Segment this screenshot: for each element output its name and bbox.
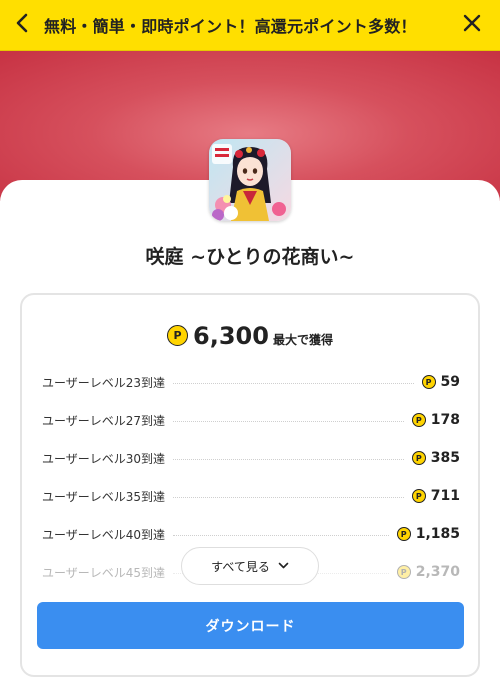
reward-row: ユーザーレベル23到達 P 59 bbox=[42, 363, 460, 401]
reward-points: 385 bbox=[430, 450, 460, 466]
reward-points: 711 bbox=[430, 488, 460, 504]
reward-row: ユーザーレベル35到達 P 711 bbox=[42, 477, 460, 515]
reward-condition: ユーザーレベル35到達 bbox=[42, 489, 166, 504]
close-icon bbox=[463, 14, 481, 36]
see-all-button[interactable]: すべて見る bbox=[181, 547, 319, 585]
reward-card: P 6,300 最大で獲得 ユーザーレベル23到達 P 59 ユーザーレベル27… bbox=[20, 293, 480, 677]
app-title: 咲庭 ~ひとりの花商い~ bbox=[145, 246, 355, 268]
dotted-leader bbox=[173, 496, 404, 498]
top-bar: 無料・簡単・即時ポイント！高還元ポイント多数！ bbox=[0, 0, 500, 51]
reward-points: 178 bbox=[430, 412, 460, 428]
dotted-leader bbox=[173, 420, 404, 422]
reward-condition: ユーザーレベル45到達 bbox=[42, 565, 166, 580]
total-points-note: 最大で獲得 bbox=[272, 333, 333, 347]
app-icon bbox=[209, 139, 291, 221]
dotted-leader bbox=[173, 382, 414, 384]
dotted-leader bbox=[173, 534, 389, 536]
back-button[interactable] bbox=[0, 0, 44, 51]
reward-points: 2,370 bbox=[415, 564, 460, 580]
point-coin-icon: P bbox=[411, 451, 426, 465]
download-button[interactable]: ダウンロード bbox=[37, 602, 464, 649]
reward-row: ユーザーレベル30到達 P 385 bbox=[42, 439, 460, 477]
chevron-left-icon bbox=[15, 13, 29, 37]
point-coin-icon: P bbox=[411, 489, 426, 503]
point-coin-icon: P bbox=[421, 375, 436, 389]
reward-condition: ユーザーレベル27到達 bbox=[42, 413, 166, 428]
total-points: 6,300 bbox=[193, 322, 269, 350]
chevron-down-icon bbox=[278, 562, 289, 570]
reward-row: ユーザーレベル27到達 P 178 bbox=[42, 401, 460, 439]
reward-condition: ユーザーレベル23到達 bbox=[42, 375, 166, 390]
banner-title: 無料・簡単・即時ポイント！高還元ポイント多数！ bbox=[44, 17, 417, 36]
point-coin-icon: P bbox=[396, 527, 411, 541]
close-button[interactable] bbox=[444, 0, 500, 51]
point-coin-icon: P bbox=[167, 324, 189, 346]
reward-points: 1,185 bbox=[415, 526, 460, 542]
reward-condition: ユーザーレベル40到達 bbox=[42, 527, 166, 542]
point-coin-icon: P bbox=[411, 413, 426, 427]
point-coin-icon: P bbox=[396, 565, 411, 579]
reward-points: 59 bbox=[440, 374, 460, 390]
dotted-leader bbox=[173, 458, 404, 460]
see-all-label: すべて見る bbox=[211, 559, 270, 574]
reward-condition: ユーザーレベル30到達 bbox=[42, 451, 166, 466]
total-reward: P 6,300 最大で獲得 bbox=[22, 322, 478, 350]
